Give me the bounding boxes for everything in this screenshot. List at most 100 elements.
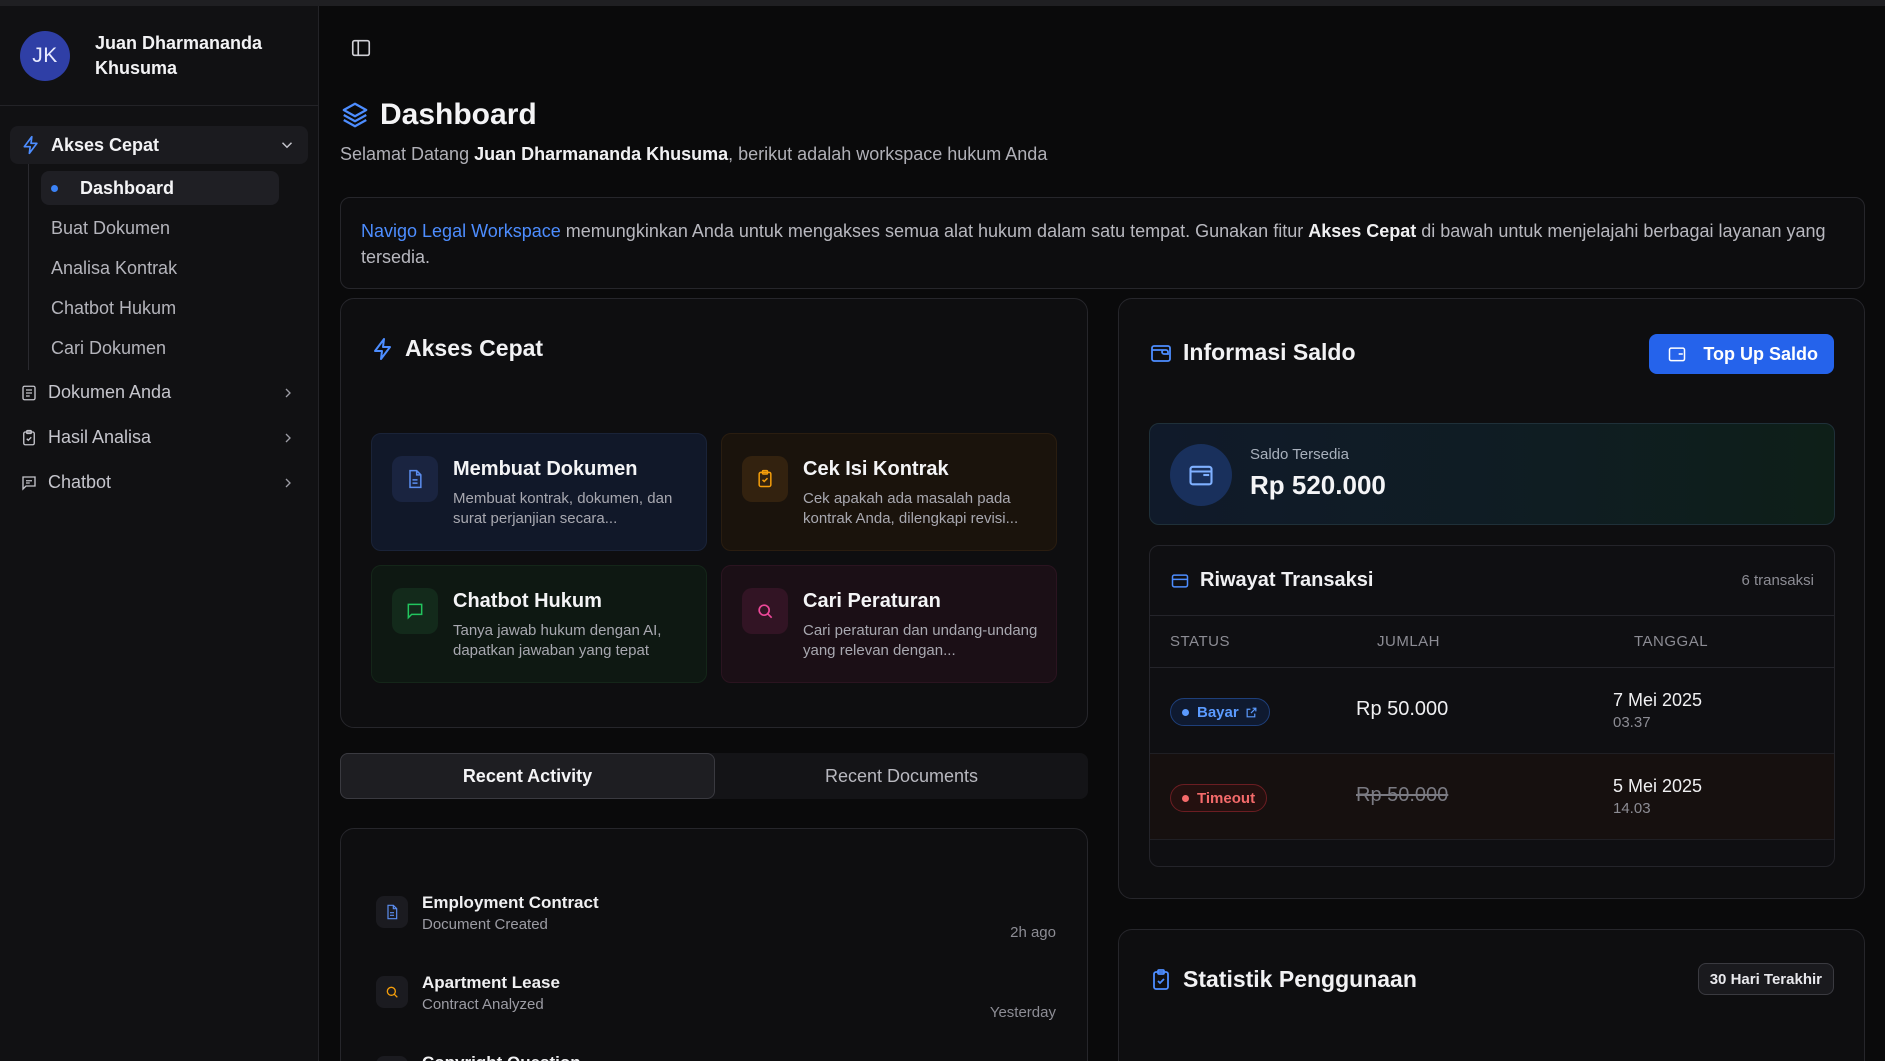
tile-chatbot-hukum[interactable]: Chatbot Hukum Tanya jawab hukum dengan A… [371,565,707,683]
transaction-date: 7 Mei 2025 [1613,690,1703,710]
clipboard-check-icon [758,469,772,488]
usage-stats-title: Statistik Penggunaan [1149,966,1417,993]
activity-icon-box [376,896,408,928]
workspace-link[interactable]: Navigo Legal Workspace [361,221,561,241]
external-link-icon [1246,707,1257,717]
balance-title-text: Informasi Saldo [1183,339,1356,365]
sidebar-item-chatbot-hukum[interactable]: Chatbot Hukum [43,288,308,328]
top-up-button[interactable]: Top Up Saldo [1649,334,1834,374]
sidebar-item-label: Dashboard [80,177,175,198]
page-title-text: Dashboard [380,98,537,131]
sidebar-item-cari-dokumen[interactable]: Cari Dokumen [43,328,308,368]
tile-desc: Cek apakah ada masalah pada kontrak Anda… [803,490,1019,527]
chevron-right-icon [285,388,291,397]
sidebar-item-dokumen-anda[interactable]: Dokumen Anda [10,370,308,415]
welcome-prefix: Selamat Datang [340,144,475,164]
layers-icon [342,102,368,128]
activity-item[interactable]: Copyright Question [376,1053,1056,1061]
quick-access-card: Akses Cepat Membuat Dokumen Membuat kont… [340,298,1088,728]
sidebar-toggle-icon[interactable] [350,37,372,59]
tab-recent-activity[interactable]: Recent Activity [340,753,715,799]
page-title: Dashboard [340,98,537,132]
quick-access-title: Akses Cepat [371,335,543,362]
sidebar-item-chatbot[interactable]: Chatbot [10,460,308,505]
sidebar: JK Juan Dharmananda Khusuma Akses Cepat … [0,6,319,1061]
activity-icon-box [376,976,408,1008]
transaction-amount: Rp 50.000 [1356,784,1449,806]
activity-item[interactable]: Employment Contract Document Created 2h … [376,893,1056,953]
lightning-icon [23,135,38,155]
avatar: JK [20,30,70,81]
transaction-date: 5 Mei 2025 [1613,776,1703,796]
transaction-time: 14.03 [1613,800,1651,817]
sidebar-item-label: Dokumen Anda [48,382,172,402]
period-badge[interactable]: 30 Hari Terakhir [1697,963,1834,995]
tile-desc: Tanya jawab hukum dengan AI, dapatkan ja… [453,622,662,659]
recent-activity-card: Employment Contract Document Created 2h … [340,828,1088,1061]
wallet-icon [1151,344,1171,362]
status-dot [1182,708,1189,716]
sidebar-group-akses-cepat[interactable]: Akses Cepat [10,126,308,164]
clipboard-check-icon [1153,968,1169,990]
status-badge-pay[interactable]: Bayar [1170,698,1270,726]
tile-desc: Cari peraturan dan undang-undang yang re… [803,622,1038,659]
clipboard-icon [23,429,35,445]
document-list-icon [22,385,36,400]
status-label: Timeout [1197,789,1256,807]
chevron-right-icon [285,433,291,442]
welcome-text: Selamat Datang Juan Dharmananda Khusuma,… [340,144,1047,165]
user-name: Juan Dharmananda Khusuma [95,32,263,78]
sidebar-sub-list: Dashboard Buat Dokumen Analisa Kontrak C… [28,164,308,370]
lightning-icon [374,337,391,360]
balance-label: Saldo Tersedia [1250,446,1349,463]
chevron-down-icon [281,142,293,149]
tile-cek-isi-kontrak[interactable]: Cek Isi Kontrak Cek apakah ada masalah p… [721,433,1057,551]
transaction-amount: Rp 50.000 [1356,698,1449,720]
tile-icon-box [392,588,438,634]
chevron-right-icon [285,478,291,487]
tile-icon-box [392,456,438,502]
activity-title: Apartment Lease [422,973,560,992]
welcome-suffix: , berikut adalah workspace hukum Anda [728,144,1048,164]
tile-title: Chatbot Hukum [453,590,602,612]
tile-icon-box [742,456,788,502]
activity-time: Yesterday [989,1004,1056,1021]
transaction-title: Riwayat Transaksi [1200,569,1374,591]
tile-title: Membuat Dokumen [453,458,638,480]
column-date: TANGGAL [1634,633,1709,650]
banner-bold: Akses Cepat [1308,221,1417,241]
usage-stats-card: Statistik Penggunaan 30 Hari Terakhir [1118,929,1865,1061]
activity-item[interactable]: Apartment Lease Contract Analyzed Yester… [376,973,1056,1033]
sidebar-item-label: Chatbot [48,472,112,492]
wallet-icon [1669,347,1686,362]
wallet-badge [1170,444,1232,506]
sidebar-item-label: Hasil Analisa [48,427,152,447]
search-icon [386,986,398,998]
tile-membuat-dokumen[interactable]: Membuat Dokumen Membuat kontrak, dokumen… [371,433,707,551]
sidebar-item-dashboard[interactable]: Dashboard [41,171,279,205]
sidebar-item-analisa-kontrak[interactable]: Analisa Kontrak [43,248,308,288]
status-label: Bayar [1197,703,1239,721]
balance-title: Informasi Saldo [1149,339,1356,366]
activity-time: 2h ago [1010,924,1056,941]
transaction-time: 03.37 [1613,714,1651,731]
banner-text-1: memungkinkan Anda untuk mengakses semua … [560,221,1309,241]
quick-access-title-text: Akses Cepat [405,335,544,361]
tile-icon-box [742,588,788,634]
balance-summary: Saldo Tersedia Rp 520.000 [1149,423,1835,525]
user-profile[interactable]: JK Juan Dharmananda Khusuma [0,6,318,106]
sidebar-item-buat-dokumen[interactable]: Buat Dokumen [43,208,308,248]
tile-cari-peraturan[interactable]: Cari Peraturan Cari peraturan dan undang… [721,565,1057,683]
balance-value: Rp 520.000 [1250,470,1386,500]
status-badge-timeout: Timeout [1170,784,1268,812]
tab-recent-documents[interactable]: Recent Documents [715,753,1088,799]
document-icon [409,469,422,489]
activity-icon-box [376,1056,408,1061]
main-content: Dashboard Selamat Datang Juan Dharmanand… [320,6,1885,1061]
document-icon [387,904,398,920]
activity-subtitle: Contract Analyzed [422,996,544,1013]
usage-stats-title-text: Statistik Penggunaan [1183,966,1417,992]
activity-title: Copyright Question [422,1053,1056,1061]
active-dot [51,184,58,192]
sidebar-item-hasil-analisa[interactable]: Hasil Analisa [10,415,308,460]
